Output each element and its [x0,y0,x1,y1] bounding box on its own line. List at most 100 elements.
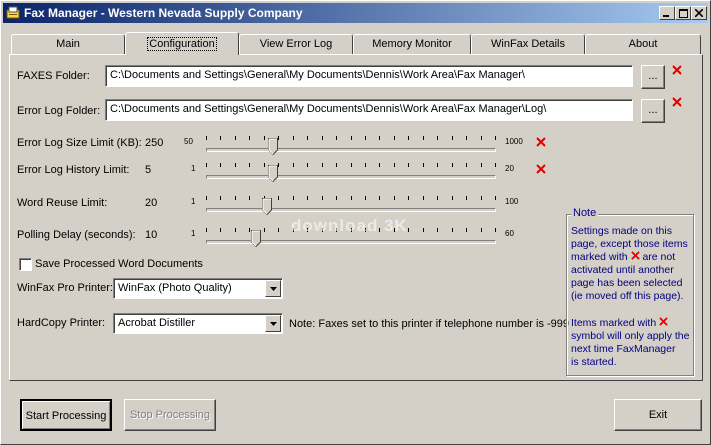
exit-button[interactable]: Exit [614,399,702,431]
slider-ticks [206,161,496,167]
chevron-down-icon [269,321,277,326]
note-line: (ie moved off this page). [571,290,684,302]
winfax-printer-dropdown-button[interactable] [265,280,281,297]
faxes-folder-field[interactable]: C:\Documents and Settings\General\My Doc… [105,65,633,87]
slider-tick [278,136,279,140]
slider-tick [351,163,352,167]
note-text-fragment: are not [642,251,676,263]
slider-tick [307,136,308,140]
slider-thumb[interactable] [251,230,261,247]
note-line: next time FaxManager [571,343,676,355]
note-paragraph-1: Settings made on this page, except those… [571,225,695,303]
slider-tick [235,196,236,200]
slider-tick [423,136,424,140]
winfax-printer-select[interactable]: WinFax (Photo Quality) [113,278,283,299]
slider-max-label: 20 [505,164,514,173]
slider-tick [235,163,236,167]
slider-tick [322,196,323,200]
note-line: symbol will only apply the [571,330,690,342]
slider-tick [307,196,308,200]
note-paragraph-2: Items marked with symbol will only apply… [571,317,695,369]
slider-control[interactable] [206,134,496,156]
tab-memory-monitor[interactable]: Memory Monitor [353,34,471,54]
slider-tick [466,136,467,140]
slider-tick [293,136,294,140]
slider-tick [481,163,482,167]
tab-winfax-details[interactable]: WinFax Details [471,34,585,54]
slider-tick [249,136,250,140]
stop-processing-button[interactable]: Stop Processing [124,399,216,431]
slider-tick [481,228,482,232]
title-bar[interactable]: Fax Manager - Western Nevada Supply Comp… [3,3,708,23]
slider-tick [235,228,236,232]
slider-tick [408,136,409,140]
note-group: Note Settings made on this page, except … [566,207,695,376]
note-text-fragment: Items marked with [571,317,657,329]
error-log-folder-browse-button[interactable]: ... [641,99,665,123]
minimize-button[interactable] [659,6,675,20]
slider-tick [466,228,467,232]
slider-control[interactable] [206,161,496,183]
faxes-folder-browse-button[interactable]: ... [641,65,665,89]
save-word-docs-checkbox[interactable] [19,258,32,271]
slider-tick [379,136,380,140]
tab-view-error-log[interactable]: View Error Log [239,34,353,54]
slider-tick [495,163,496,167]
note-text-fragment: marked with [571,251,628,263]
tab-strip: Main Configuration View Error Log Memory… [9,32,703,55]
slider-thumb[interactable] [268,165,278,182]
slider-tick [235,136,236,140]
note-line: marked with are not [571,251,695,264]
slider-ticks [206,134,496,140]
tab-label: View Error Log [259,38,333,50]
slider-tick [336,196,337,200]
tab-about[interactable]: About [585,34,701,54]
hardcopy-printer-dropdown-button[interactable] [265,315,281,332]
slider-tick [481,136,482,140]
hardcopy-printer-select[interactable]: Acrobat Distiller [113,313,283,334]
slider-tick [249,163,250,167]
hardcopy-printer-value: Acrobat Distiller [118,317,196,329]
tab-configuration[interactable]: Configuration [125,32,239,55]
maximize-icon [678,8,688,18]
slider-tick [495,136,496,140]
restart-required-x-icon [536,137,546,147]
slider-tick [249,228,250,232]
slider-tick [437,228,438,232]
hardcopy-printer-note: Note: Faxes set to this printer if telep… [289,318,570,330]
slider-value: 10 [145,229,158,241]
slider-tick [452,196,453,200]
slider-tick [495,196,496,200]
slider-control[interactable] [206,194,496,216]
tab-label: WinFax Details [491,38,565,50]
note-line: is started. [571,356,617,368]
slider-value: 5 [145,164,152,176]
slider-tick [220,136,221,140]
slider-tick [249,196,250,200]
maximize-button[interactable] [675,6,691,20]
start-processing-button[interactable]: Start Processing [20,399,112,431]
slider-tick [206,136,207,140]
slider-max-label: 1000 [505,137,523,146]
faxes-folder-label: FAXES Folder: [17,70,90,82]
slider-track [206,208,496,212]
slider-tick [481,196,482,200]
slider-tick [394,196,395,200]
error-log-folder-field[interactable]: C:\Documents and Settings\General\My Doc… [105,99,633,121]
restart-required-x-icon [672,65,682,75]
slider-tick [206,163,207,167]
close-button[interactable] [691,6,707,20]
fax-app-icon [6,6,20,19]
slider-tick [264,136,265,140]
slider-tick [206,196,207,200]
slider-tick [365,196,366,200]
slider-thumb[interactable] [268,138,278,155]
watermark: download 3K [291,216,408,235]
slider-tick [394,136,395,140]
slider-thumb[interactable] [262,198,272,215]
restart-required-x-icon [536,164,546,174]
tab-label: Main [56,38,80,50]
tab-main[interactable]: Main [11,34,125,54]
slider-max-label: 60 [505,229,514,238]
slider-label: Error Log History Limit: [17,164,130,176]
